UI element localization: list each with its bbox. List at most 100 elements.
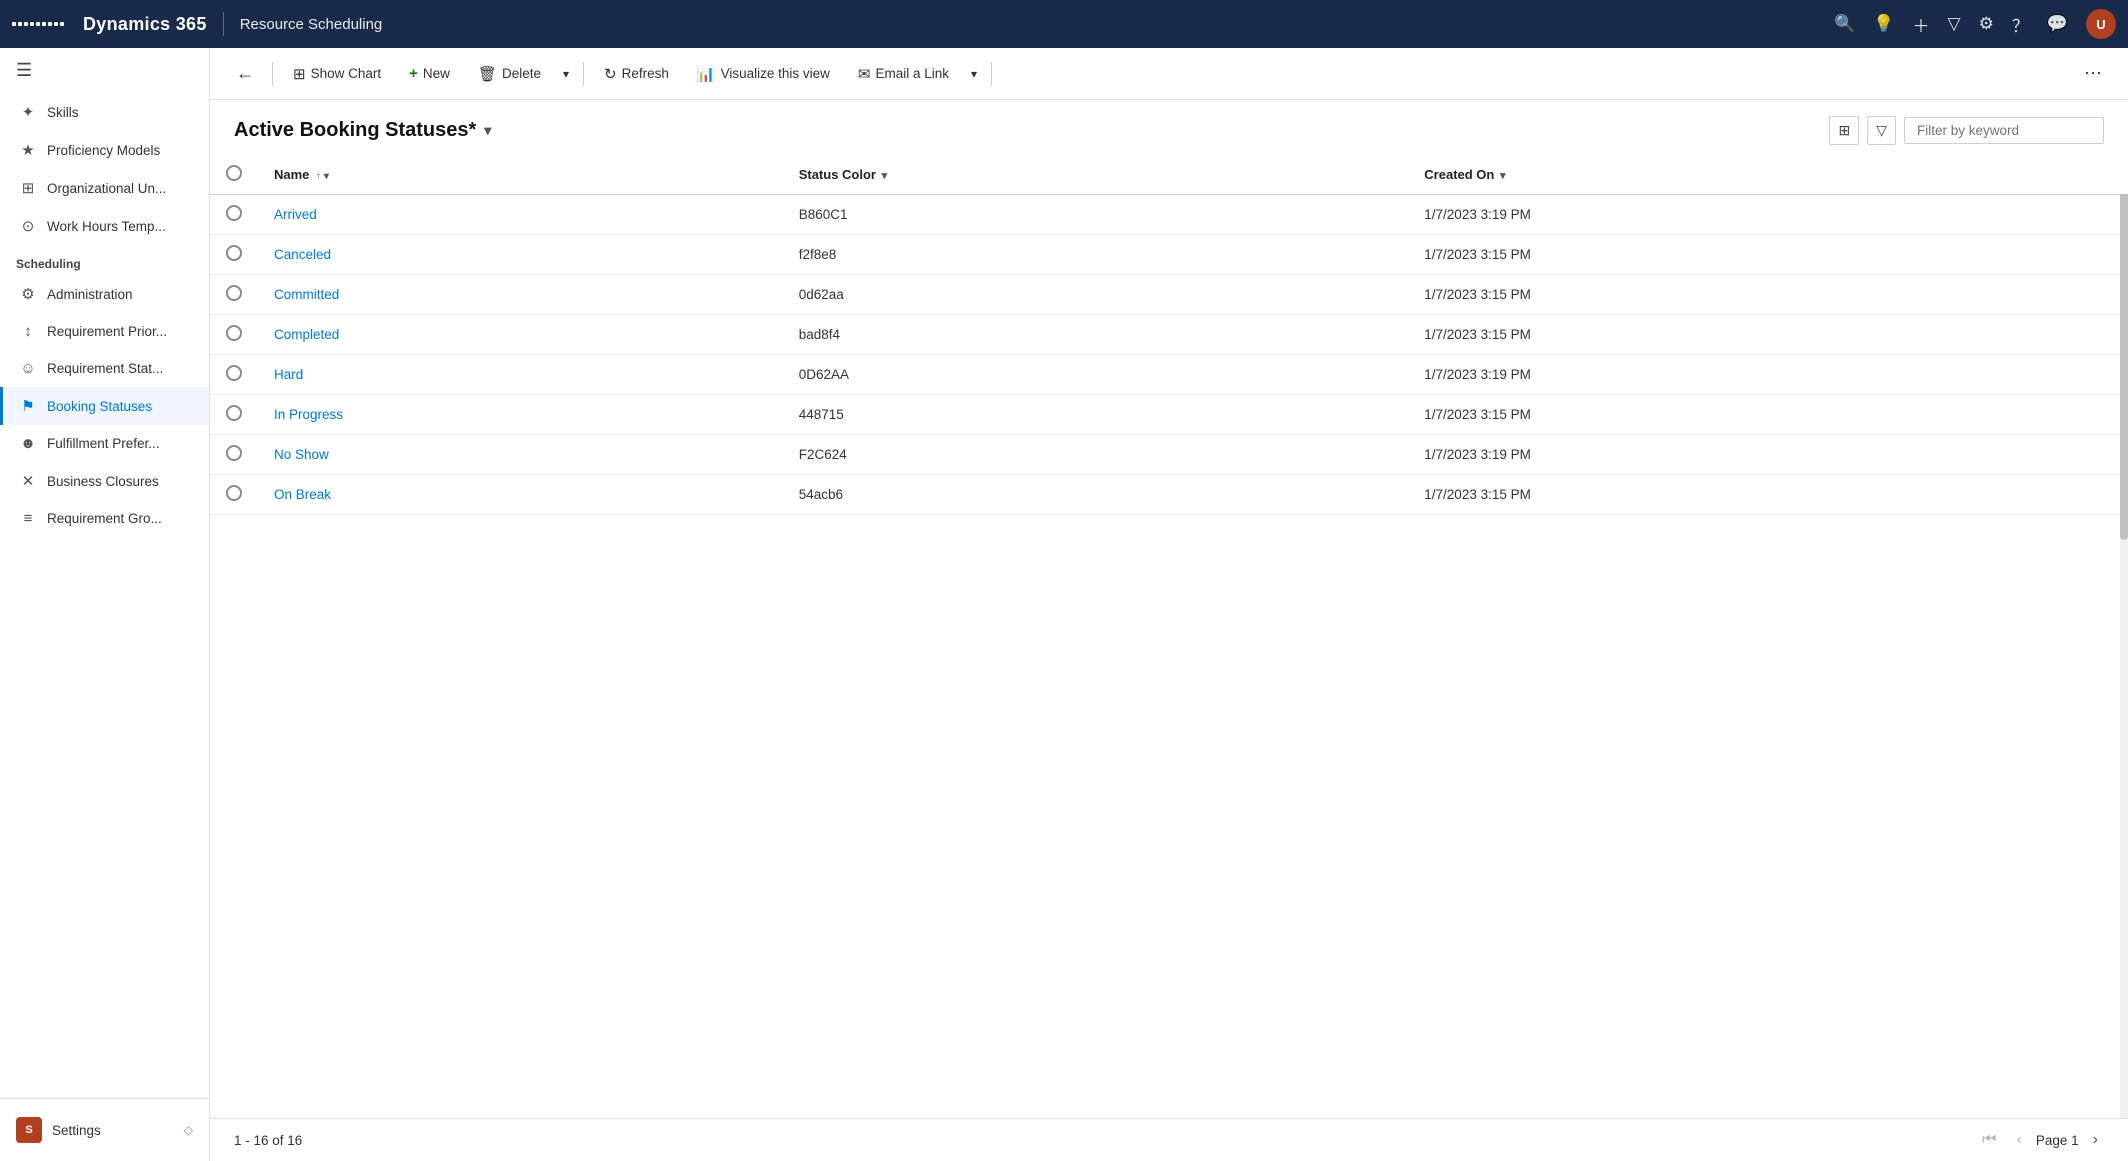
view-actions: ⊞ ▽ (1829, 116, 2104, 145)
row-checkbox[interactable] (210, 195, 258, 235)
lightbulb-icon[interactable]: 💡 (1873, 14, 1894, 34)
name-column-header[interactable]: Name ↑ ▾ (258, 155, 783, 195)
record-count: 1 - 16 of 16 (234, 1133, 302, 1148)
sidebar-item-proficiency-models[interactable]: ★ Proficiency Models (0, 131, 209, 169)
more-options-button[interactable]: ⋯ (2074, 57, 2112, 90)
table-footer: 1 - 16 of 16 ⏮ ‹ Page 1 › (210, 1118, 2128, 1161)
row-checkbox[interactable] (210, 235, 258, 275)
chat-icon[interactable]: 💬 (2047, 14, 2068, 34)
create-icon[interactable]: ＋ (1913, 12, 1930, 37)
view-header: Active Booking Statuses* ▾ ⊞ ▽ (210, 100, 2128, 155)
row-checkbox[interactable] (210, 395, 258, 435)
sidebar-item-requirement-groups[interactable]: ≡ Requirement Gro... (0, 500, 209, 537)
sidebar-item-booking-statuses[interactable]: ⚑ Booking Statuses (0, 387, 209, 425)
row-checkbox[interactable] (210, 435, 258, 475)
app-brand: Dynamics 365 (83, 14, 207, 35)
scrollbar-thumb[interactable] (2120, 155, 2128, 540)
checkbox-circle (226, 205, 242, 221)
view-title-chevron[interactable]: ▾ (484, 122, 491, 139)
show-chart-button[interactable]: ⊞ Show Chart (281, 59, 393, 89)
sidebar-item-label: Proficiency Models (47, 143, 160, 158)
nav-divider (223, 12, 224, 36)
row-created-on: 1/7/2023 3:19 PM (1408, 435, 2128, 475)
skills-icon: ✦ (19, 103, 37, 121)
pagination: ⏮ ‹ Page 1 › (1976, 1129, 2104, 1151)
sidebar-item-fulfillment[interactable]: ☻ Fulfillment Prefer... (0, 425, 209, 462)
checkbox-circle (226, 165, 242, 181)
sidebar-item-requirement-statuses[interactable]: ☺ Requirement Stat... (0, 350, 209, 387)
status-color-filter-icon[interactable]: ▾ (882, 170, 888, 182)
toolbar: ← ⊞ Show Chart + New 🗑 Delete ▾ ↻ Refres… (210, 48, 2128, 100)
filter-input[interactable] (1904, 117, 2104, 144)
table-row: No Show F2C624 1/7/2023 3:19 PM (210, 435, 2128, 475)
filter-view-button[interactable]: ▽ (1867, 116, 1896, 145)
row-name[interactable]: Canceled (258, 235, 783, 275)
created-on-column-header[interactable]: Created On ▾ (1408, 155, 2128, 195)
sidebar-item-label: Requirement Stat... (47, 361, 163, 376)
row-created-on: 1/7/2023 3:15 PM (1408, 315, 2128, 355)
sidebar-item-administration[interactable]: ⚙ Administration (0, 275, 209, 313)
business-closure-icon: ✕ (19, 472, 37, 490)
user-avatar[interactable]: U (2086, 9, 2116, 39)
toolbar-sep-3 (991, 62, 992, 86)
first-page-button[interactable]: ⏮ (1976, 1129, 2002, 1151)
search-icon[interactable]: 🔍 (1834, 14, 1855, 34)
sidebar-settings[interactable]: S Settings ◇ (0, 1107, 209, 1153)
select-all-checkbox[interactable] (210, 155, 258, 195)
email-dropdown-button[interactable]: ▾ (965, 61, 983, 87)
hamburger-menu[interactable]: ☰ (0, 48, 209, 93)
sidebar-item-skills[interactable]: ✦ Skills (0, 93, 209, 131)
new-icon: + (409, 65, 418, 82)
app-module: Resource Scheduling (240, 16, 383, 33)
row-checkbox[interactable] (210, 315, 258, 355)
delete-label: Delete (502, 66, 541, 81)
row-checkbox[interactable] (210, 355, 258, 395)
row-name[interactable]: In Progress (258, 395, 783, 435)
help-icon[interactable]: ？ (2012, 12, 2029, 37)
row-name[interactable]: No Show (258, 435, 783, 475)
settings-icon[interactable]: ⚙ (1979, 14, 1994, 34)
checkbox-circle (226, 405, 242, 421)
visualize-button[interactable]: 📊 Visualize this view (685, 59, 842, 89)
row-created-on: 1/7/2023 3:15 PM (1408, 395, 2128, 435)
scrollbar-track[interactable] (2120, 155, 2128, 1118)
sidebar-item-requirement-priorities[interactable]: ↕ Requirement Prior... (0, 313, 209, 350)
created-on-filter-icon[interactable]: ▾ (1500, 170, 1506, 182)
row-name[interactable]: Committed (258, 275, 783, 315)
view-title: Active Booking Statuses* ▾ (234, 119, 491, 142)
table-row: Canceled f2f8e8 1/7/2023 3:15 PM (210, 235, 2128, 275)
name-sort-icon[interactable]: ↑ ▾ (316, 171, 329, 182)
sidebar-item-work-hours[interactable]: ⊙ Work Hours Temp... (0, 207, 209, 245)
email-link-button[interactable]: ✉ Email a Link (846, 59, 961, 89)
proficiency-icon: ★ (19, 141, 37, 159)
row-name[interactable]: Arrived (258, 195, 783, 235)
sidebar-item-organizational-units[interactable]: ⊞ Organizational Un... (0, 169, 209, 207)
delete-button[interactable]: 🗑 Delete (466, 59, 553, 89)
row-name[interactable]: Completed (258, 315, 783, 355)
filter-icon[interactable]: ▽ (1948, 14, 1961, 34)
back-button[interactable]: ← (226, 57, 264, 90)
status-color-column-header[interactable]: Status Color ▾ (783, 155, 1409, 195)
row-status-color: 0D62AA (783, 355, 1409, 395)
refresh-button[interactable]: ↻ Refresh (592, 59, 681, 89)
row-name[interactable]: Hard (258, 355, 783, 395)
refresh-icon: ↻ (604, 65, 617, 83)
row-created-on: 1/7/2023 3:19 PM (1408, 355, 2128, 395)
row-status-color: B860C1 (783, 195, 1409, 235)
row-name[interactable]: On Break (258, 475, 783, 515)
app-grid-icon[interactable] (12, 22, 63, 26)
sidebar-item-business-closures[interactable]: ✕ Business Closures (0, 462, 209, 500)
settings-chevron: ◇ (184, 1123, 193, 1137)
table-view-button[interactable]: ⊞ (1829, 116, 1859, 145)
row-created-on: 1/7/2023 3:15 PM (1408, 275, 2128, 315)
booking-status-icon: ⚑ (19, 397, 37, 415)
delete-dropdown-button[interactable]: ▾ (557, 61, 575, 87)
main-content: ← ⊞ Show Chart + New 🗑 Delete ▾ ↻ Refres… (210, 48, 2128, 1161)
next-page-button[interactable]: › (2087, 1129, 2104, 1151)
new-button[interactable]: + New (397, 59, 462, 88)
req-group-icon: ≡ (19, 510, 37, 527)
sidebar-item-label: Skills (47, 105, 79, 120)
prev-page-button[interactable]: ‹ (2011, 1129, 2028, 1151)
row-checkbox[interactable] (210, 475, 258, 515)
row-checkbox[interactable] (210, 275, 258, 315)
